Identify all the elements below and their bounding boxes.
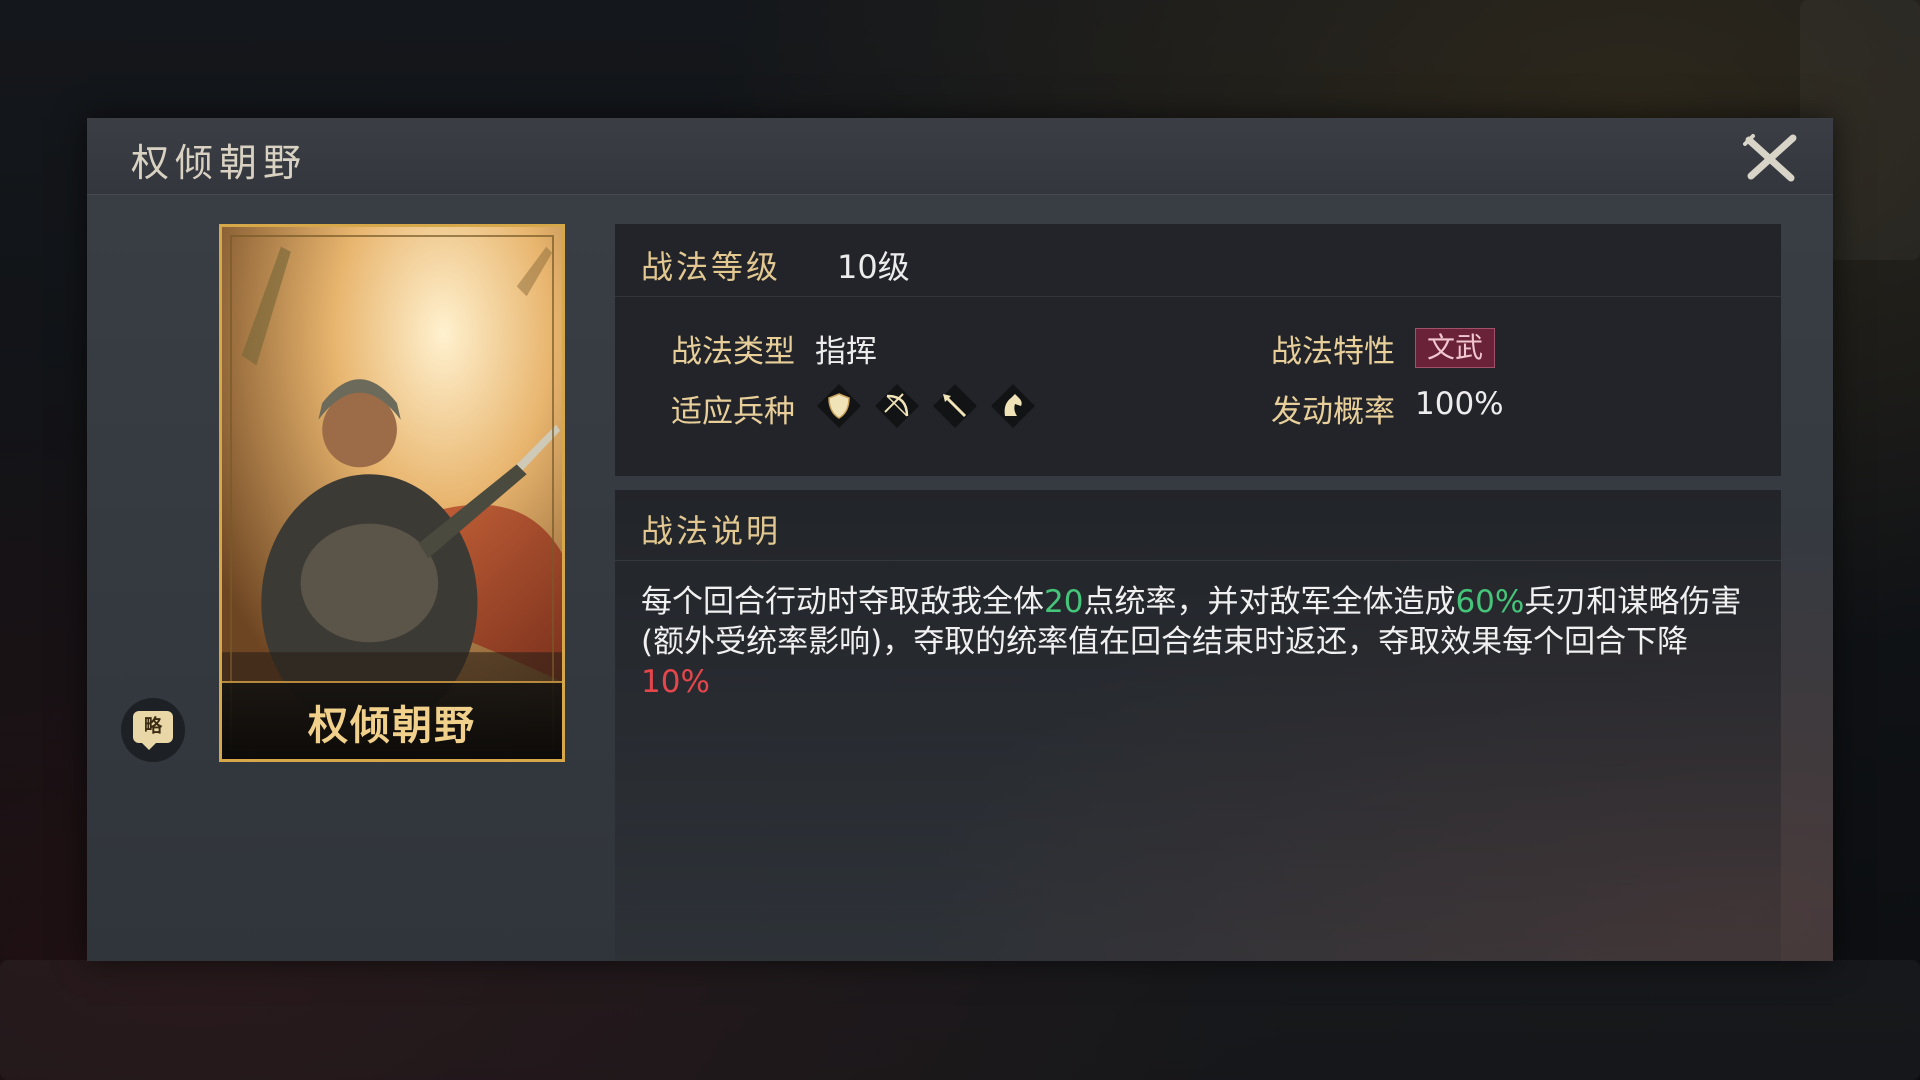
skill-card: 权倾朝野 (219, 224, 565, 762)
skill-type-label: 战法类型 (671, 334, 795, 370)
close-button[interactable] (1743, 132, 1799, 184)
skill-trait-badge: 文武 (1415, 328, 1495, 368)
description-title-row: 战法说明 (615, 490, 1781, 561)
card-name: 权倾朝野 (308, 702, 476, 749)
brief-button[interactable]: 略 (121, 698, 185, 762)
skill-level-value: 10级 (837, 248, 910, 286)
card-name-band: 权倾朝野 (222, 681, 562, 759)
skill-detail-dialog: 权倾朝野 权倾朝野 略 战法等级 10级 战法类型 指挥 战法特性 文武 适应兵… (87, 118, 1833, 961)
description-value-2: 60% (1455, 584, 1525, 620)
description-value-1: 20 (1044, 584, 1084, 620)
description-part-1: 每个回合行动时夺取敌我全体 (641, 584, 1044, 620)
horse-icon[interactable] (989, 382, 1037, 430)
trigger-rate-value: 100% (1415, 386, 1504, 422)
skill-level-row: 战法等级 10级 (615, 224, 1781, 297)
description-value-3: 10% (641, 664, 710, 700)
background-bottom-bar (0, 960, 1920, 1080)
skill-type-value: 指挥 (815, 334, 877, 370)
shield-icon[interactable] (815, 382, 863, 430)
skill-info-section: 战法等级 10级 战法类型 指挥 战法特性 文武 适应兵种 发动概率 100% (615, 224, 1781, 476)
dialog-title: 权倾朝野 (131, 141, 308, 185)
spear-icon[interactable] (931, 382, 979, 430)
skill-description-section: 战法说明 每个回合行动时夺取敌我全体20点统率，并对敌军全体造成60%兵刃和谋略… (615, 490, 1781, 961)
trigger-rate-label: 发动概率 (1271, 394, 1395, 430)
unit-type-label: 适应兵种 (671, 394, 795, 430)
close-icon (1743, 134, 1797, 182)
bow-icon[interactable] (873, 382, 921, 430)
skill-level-label: 战法等级 (641, 248, 782, 286)
description-text: 每个回合行动时夺取敌我全体20点统率，并对敌军全体造成60%兵刃和谋略伤害(额外… (641, 582, 1751, 702)
card-inner-frame (230, 235, 554, 751)
description-title: 战法说明 (641, 512, 782, 550)
speech-bubble-icon (141, 742, 157, 750)
description-part-2: 点统率，并对敌军全体造成 (1083, 584, 1456, 620)
skill-trait-label: 战法特性 (1271, 334, 1395, 370)
brief-button-label: 略 (133, 711, 173, 743)
dialog-header: 权倾朝野 (87, 118, 1833, 195)
